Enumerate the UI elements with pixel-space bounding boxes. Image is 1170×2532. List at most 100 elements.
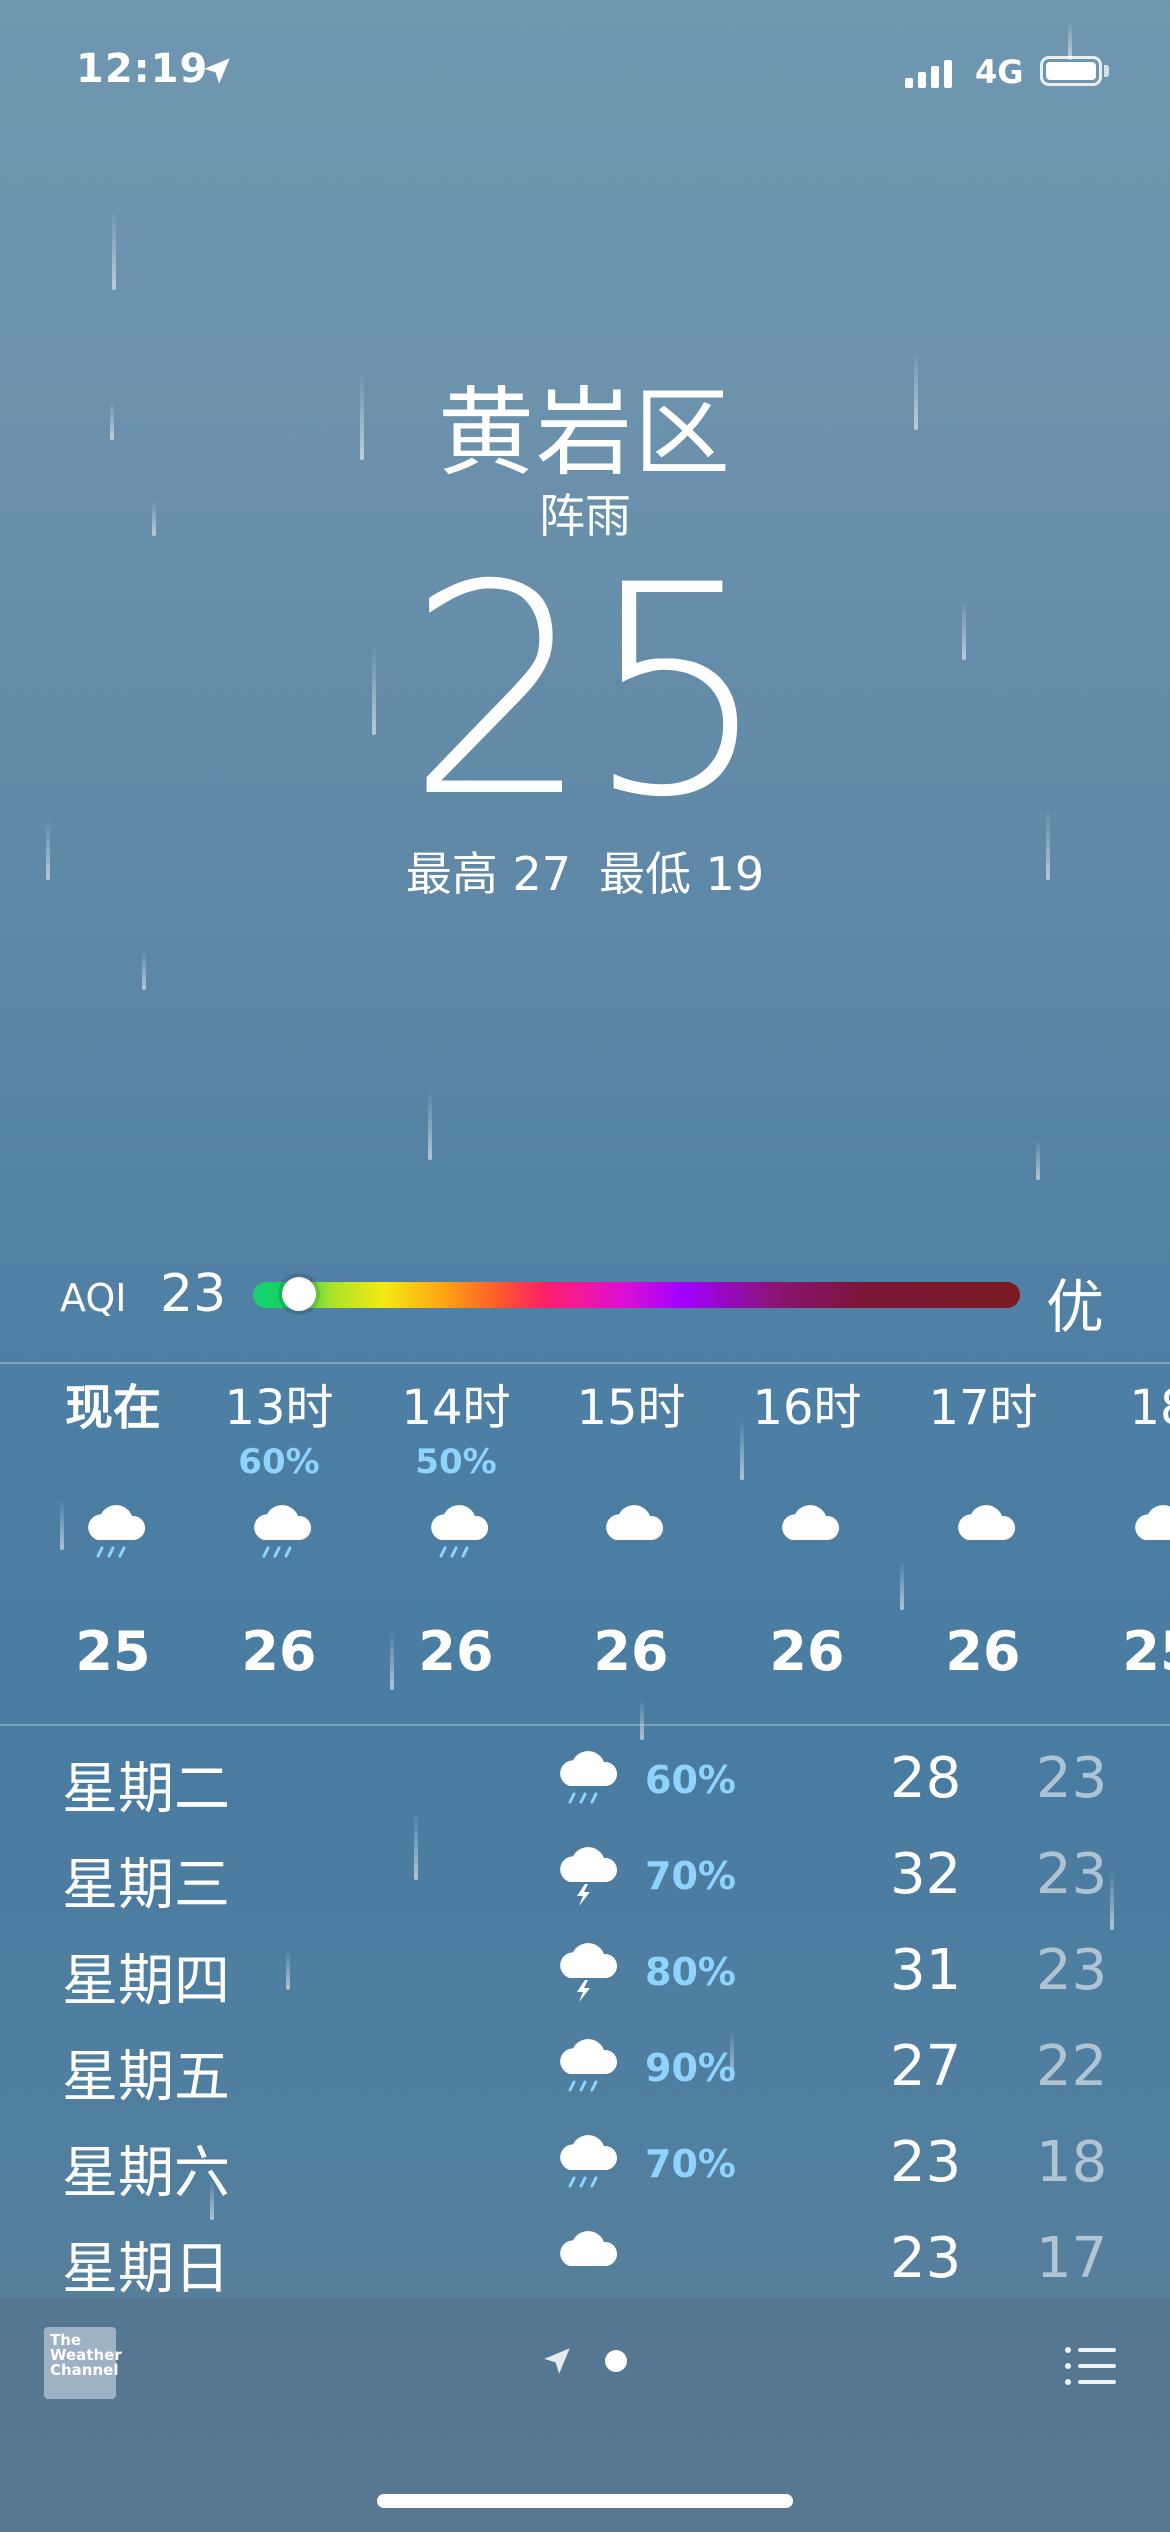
day-high: 23 <box>890 2226 962 2291</box>
cloud-icon <box>782 1505 840 1540</box>
day-low: 18 <box>1036 2130 1108 2195</box>
location-arrow-icon <box>204 58 230 84</box>
day-low: 23 <box>1036 1938 1108 2003</box>
day-icon <box>550 1934 620 2014</box>
hourly-item: 13时 60% 26 <box>191 1378 367 1683</box>
hourly-bottom-divider <box>0 1724 1170 1726</box>
hour-icon <box>895 1486 1071 1576</box>
day-precip-chance: 70% <box>645 1854 736 1898</box>
day-high: 23 <box>890 2130 962 2195</box>
hour-temperature: 26 <box>769 1620 845 1683</box>
hour-precip-chance <box>719 1442 895 1482</box>
hour-precip-chance <box>1072 1442 1170 1482</box>
hour-label: 15时 <box>576 1380 686 1436</box>
day-precip-chance: 90% <box>645 2046 736 2090</box>
hour-icon <box>191 1486 367 1576</box>
home-indicator[interactable] <box>377 2494 793 2508</box>
day-name: 星期三 <box>62 1853 230 1918</box>
cloud-icon <box>606 1505 664 1540</box>
hour-precip-chance <box>25 1442 201 1482</box>
city-name: 黄岩区 <box>438 377 732 489</box>
hour-precip-chance <box>543 1442 719 1482</box>
day-name: 星期四 <box>62 1949 230 2014</box>
hourly-item: 15时 26 <box>543 1378 719 1683</box>
aqi-value: 23 <box>160 1264 227 1324</box>
daily-row: 星期四 80% 31 23 <box>0 1930 1170 2020</box>
rain-cloud-icon <box>431 1505 489 1558</box>
hour-precip-chance: 50% <box>415 1442 497 1482</box>
hourly-item: 1825 <box>1072 1378 1170 1683</box>
day-high: 31 <box>890 1938 962 2003</box>
day-low: 17 <box>1036 2226 1108 2291</box>
battery-cap <box>1104 65 1109 77</box>
day-high: 28 <box>890 1746 962 1811</box>
city-list-icon[interactable] <box>1064 2346 1116 2386</box>
day-icon <box>550 1838 620 1918</box>
day-low: 22 <box>1036 2034 1108 2099</box>
hourly-item: 现在 25 <box>25 1378 201 1683</box>
hourly-top-divider <box>0 1362 1170 1364</box>
high-low: 最高 27 最低 19 <box>0 838 1170 904</box>
rain-cloud-icon <box>560 2135 618 2188</box>
hourly-item: 16时 26 <box>719 1378 895 1683</box>
daily-row: 星期三 70% 32 23 <box>0 1834 1170 1924</box>
current-temperature: 25 <box>406 524 769 861</box>
hour-temperature: 26 <box>418 1620 494 1683</box>
day-icon <box>550 2222 620 2302</box>
hour-icon <box>719 1486 895 1576</box>
day-name: 星期二 <box>62 1757 230 1822</box>
high-temperature: 最高 27 <box>405 847 571 901</box>
low-temperature: 最低 19 <box>599 847 765 901</box>
hourly-item: 14时 50% 26 <box>368 1378 544 1683</box>
cloud-icon <box>1135 1505 1170 1540</box>
cloud-icon <box>560 2231 618 2266</box>
hour-icon <box>25 1486 201 1576</box>
hour-temperature: 25 <box>1122 1620 1170 1683</box>
aqi-indicator <box>282 1277 317 1311</box>
day-name: 星期五 <box>62 2045 230 2110</box>
hour-temperature: 26 <box>945 1620 1021 1683</box>
weather-channel-logo[interactable]: The Weather Channel <box>44 2327 122 2399</box>
day-name: 星期六 <box>62 2141 230 2206</box>
hour-label: 14时 <box>401 1380 511 1436</box>
hour-label: 现在 <box>64 1380 161 1436</box>
page-indicator-dot[interactable] <box>605 2350 627 2372</box>
hour-icon <box>368 1486 544 1576</box>
rain-cloud-icon <box>88 1505 146 1558</box>
day-name: 星期日 <box>62 2237 230 2302</box>
hour-precip-chance: 60% <box>238 1442 320 1482</box>
day-precip-chance: 80% <box>645 1950 736 1994</box>
aqi-grade: 优 <box>1046 1273 1105 1341</box>
battery-icon <box>1040 56 1102 86</box>
daily-row: 星期五 90% 27 22 <box>0 2026 1170 2116</box>
rain-cloud-icon <box>560 1751 618 1804</box>
hour-label: 18 <box>1129 1380 1170 1436</box>
signal-icon <box>905 58 952 88</box>
rain-cloud-icon <box>560 2039 618 2092</box>
hour-label: 16时 <box>752 1380 862 1436</box>
thunderstorm-icon <box>560 1847 618 1906</box>
hour-label: 17时 <box>928 1380 1038 1436</box>
daily-row: 星期日 23 17 <box>0 2218 1170 2308</box>
current-location-icon[interactable] <box>540 2344 574 2378</box>
hour-temperature: 26 <box>241 1620 317 1683</box>
hour-precip-chance <box>895 1442 1071 1482</box>
day-high: 32 <box>890 1842 962 1907</box>
day-precip-chance: 60% <box>645 1758 736 1802</box>
status-bar: 12:19 4G <box>0 0 1170 150</box>
day-icon <box>550 2126 620 2206</box>
rain-cloud-icon <box>254 1505 312 1558</box>
cloud-icon <box>958 1505 1016 1540</box>
hour-label: 13时 <box>224 1380 334 1436</box>
daily-row: 星期二 60% 28 23 <box>0 1738 1170 1828</box>
day-precip-chance: 70% <box>645 2142 736 2186</box>
hour-temperature: 26 <box>593 1620 669 1683</box>
day-icon <box>550 1742 620 1822</box>
hour-temperature: 25 <box>75 1620 151 1683</box>
network-type: 4G <box>975 53 1024 91</box>
aqi-label: AQI <box>60 1276 127 1320</box>
day-low: 23 <box>1036 1746 1108 1811</box>
day-low: 23 <box>1036 1842 1108 1907</box>
hourly-item: 17时 26 <box>895 1378 1071 1683</box>
hour-icon <box>543 1486 719 1576</box>
